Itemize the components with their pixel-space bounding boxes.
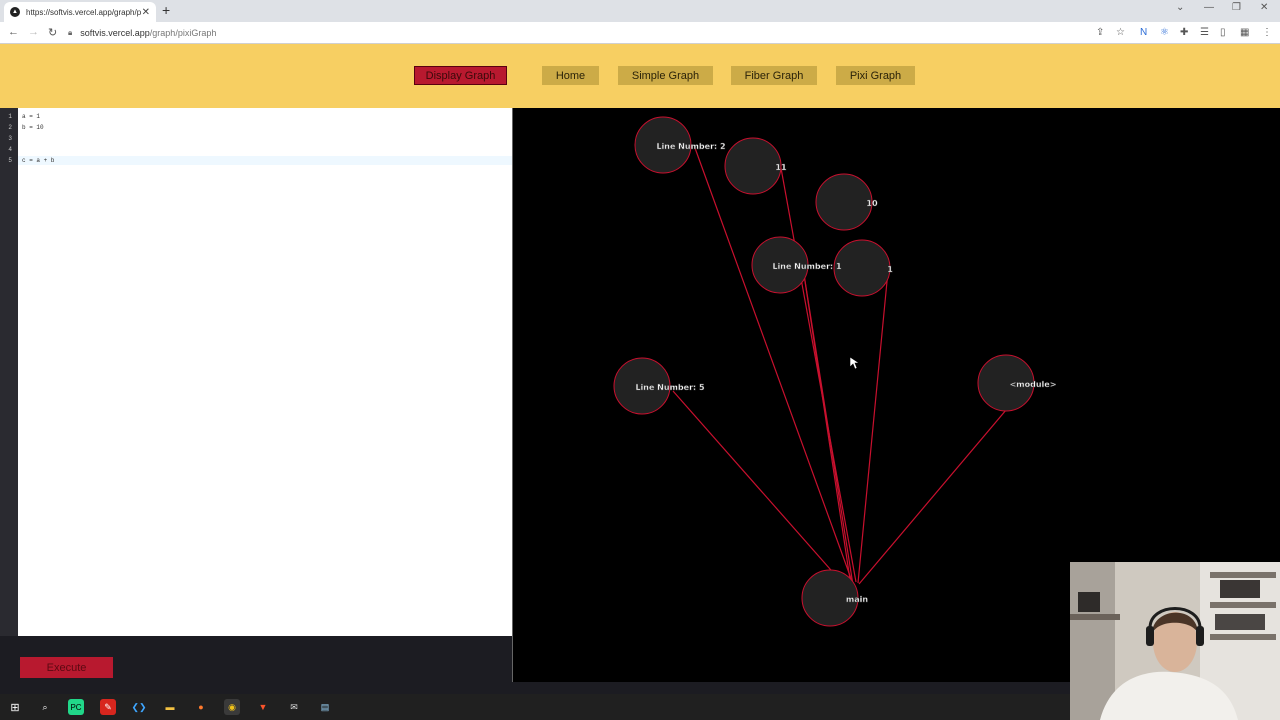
code-line[interactable]: c = a + b	[22, 157, 54, 164]
code-line[interactable]: b = 10	[22, 124, 44, 131]
line-number: 1	[8, 113, 12, 120]
graph-node[interactable]	[833, 239, 891, 297]
reload-icon[interactable]: ↻	[48, 26, 57, 39]
menu-kebab-icon[interactable]: ⋮	[1262, 27, 1272, 38]
brave-icon[interactable]: ▼	[255, 699, 271, 715]
fiber-graph-button[interactable]: Fiber Graph	[731, 66, 817, 85]
app-header: Display Graph Home Simple Graph Fiber Gr…	[0, 44, 1280, 108]
browser-tab[interactable]: ▲ https://softvis.vercel.app/graph/p ✕	[4, 2, 156, 22]
site-favicon-icon: ▲	[10, 7, 20, 17]
side-panel-icon[interactable]: ▯	[1220, 27, 1226, 38]
graph-node-label: 11	[775, 163, 787, 172]
graph-node-label: 1	[887, 265, 893, 274]
firefox-icon[interactable]: ●	[193, 699, 209, 715]
profile-icon[interactable]: ▦	[1240, 27, 1249, 38]
notes-icon[interactable]: ▤	[317, 699, 333, 715]
lock-icon: 🔒︎	[68, 28, 73, 37]
line-number: 2	[8, 124, 12, 131]
close-window-icon[interactable]: ✕	[1260, 2, 1268, 13]
line-number: 3	[8, 135, 12, 142]
minimize-icon[interactable]: —	[1204, 2, 1214, 13]
graph-edge	[672, 390, 846, 587]
url-host: softvis.vercel.app	[80, 28, 150, 38]
mouse-cursor-icon	[849, 356, 860, 370]
new-tab-icon[interactable]: +	[162, 2, 170, 18]
pixi-graph-button[interactable]: Pixi Graph	[836, 66, 915, 85]
app-red-icon[interactable]: ✎	[100, 699, 116, 715]
graph-edge	[857, 270, 889, 584]
bookmark-star-icon[interactable]: ☆	[1116, 27, 1125, 38]
search-icon[interactable]: ⌕	[37, 699, 53, 715]
extensions-puzzle-icon[interactable]: ✚	[1180, 27, 1188, 38]
graph-edge	[802, 267, 854, 586]
url-field[interactable]: 🔒︎ softvis.vercel.app/graph/pixiGraph	[68, 25, 1088, 41]
reading-list-icon[interactable]: ☰	[1200, 27, 1209, 38]
simple-graph-button[interactable]: Simple Graph	[618, 66, 713, 85]
graph-node-label: Line Number: 2	[656, 142, 725, 151]
chrome-icon[interactable]: ◉	[224, 699, 240, 715]
graph-node-label: <module>	[1010, 380, 1057, 389]
graph-edge	[858, 389, 1024, 585]
extension-devtools-icon[interactable]: ⚛	[1160, 27, 1169, 38]
url-path: /graph/pixiGraph	[149, 28, 217, 38]
tab-search-icon[interactable]: ⌄	[1176, 2, 1184, 13]
browser-tab-bar: ▲ https://softvis.vercel.app/graph/p ✕ +…	[0, 0, 1280, 22]
graph-node-label: 10	[866, 199, 878, 208]
graph-node[interactable]	[724, 137, 782, 195]
graph-node-label: Line Number: 5	[635, 383, 705, 392]
vscode-icon[interactable]: ❮❯	[131, 699, 147, 715]
close-tab-icon[interactable]: ✕	[142, 7, 150, 18]
browser-address-bar: ← → ↻ 🔒︎ softvis.vercel.app/graph/pixiGr…	[0, 22, 1280, 44]
home-button[interactable]: Home	[542, 66, 599, 85]
execute-bar: Execute	[0, 636, 512, 682]
pycharm-icon[interactable]: PC	[68, 699, 84, 715]
code-line[interactable]: a = 1	[22, 113, 40, 120]
file-explorer-icon[interactable]: ▬	[162, 699, 178, 715]
line-number: 5	[8, 157, 12, 164]
editor-gutter: 1 2 3 4 5	[0, 108, 18, 636]
tab-title: https://softvis.vercel.app/graph/p	[26, 7, 142, 17]
webcam-overlay	[1070, 562, 1280, 720]
restore-icon[interactable]: ❐	[1232, 2, 1241, 13]
active-line-highlight	[18, 156, 512, 165]
mail-icon[interactable]: ✉	[286, 699, 302, 715]
webcam-person-image	[1070, 562, 1280, 720]
display-graph-button[interactable]: Display Graph	[414, 66, 507, 85]
windows-start-icon[interactable]: ⊞	[7, 699, 23, 715]
share-icon[interactable]: ⇪	[1096, 27, 1104, 38]
back-icon[interactable]: ←	[8, 26, 19, 38]
code-editor[interactable]: a = 1 b = 10 c = a + b	[18, 108, 512, 636]
line-number: 4	[8, 146, 12, 153]
execute-button[interactable]: Execute	[20, 657, 113, 678]
graph-node-label: main	[846, 595, 868, 604]
graph-node[interactable]	[815, 173, 873, 231]
forward-icon[interactable]: →	[28, 26, 39, 38]
extension-n-icon[interactable]: N	[1140, 27, 1147, 38]
graph-node-label: Line Number: 1	[772, 262, 842, 271]
